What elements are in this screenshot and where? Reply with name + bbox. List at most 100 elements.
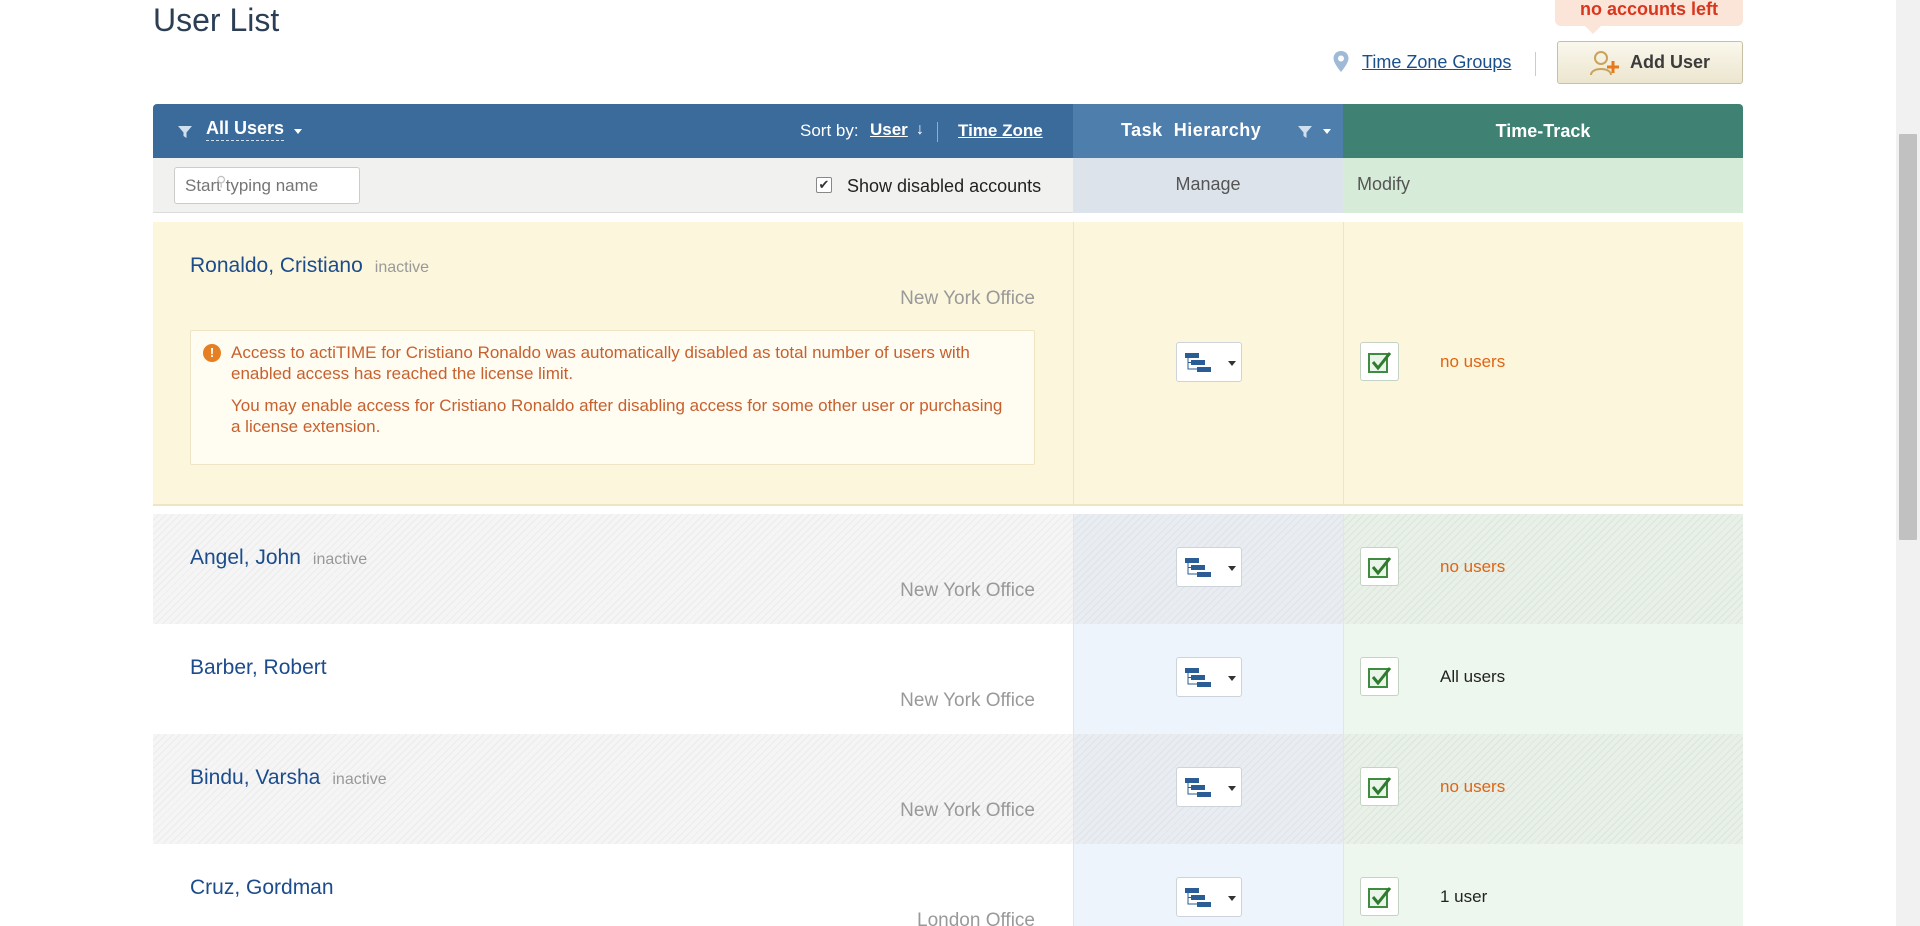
check-edit-icon [1368, 352, 1392, 373]
add-user-label: Add User [1629, 52, 1710, 72]
show-disabled-checkbox[interactable]: ✔ [816, 177, 832, 193]
user-name-link[interactable]: Angel, John [190, 546, 301, 569]
chevron-down-icon [1228, 566, 1236, 571]
exclamation-icon: ! [203, 344, 221, 362]
users-column-header: All Users Sort by: User ↓ Time Zone [153, 104, 1073, 158]
hierarchy-icon [1185, 558, 1211, 577]
modify-button[interactable] [1360, 767, 1399, 806]
modify-cell: no users [1343, 514, 1743, 624]
user-name-cell: Barber, Robert [190, 656, 327, 680]
alert-message: You may enable access for Cristiano Rona… [231, 396, 1003, 436]
chevron-down-icon [1228, 896, 1236, 901]
task-hierarchy-cell [1073, 222, 1343, 504]
sort-direction-icon[interactable]: ↓ [916, 121, 924, 139]
modify-scope-label: no users [1440, 777, 1506, 796]
sort-by-time-zone-link[interactable]: Time Zone [958, 121, 1043, 141]
modify-scope-label: no users [1440, 557, 1506, 576]
modify-scope-label: All users [1440, 667, 1506, 686]
chevron-down-icon [1228, 786, 1236, 791]
modify-column-subheader: Modify [1343, 158, 1743, 213]
task-hierarchy-button[interactable] [1176, 877, 1242, 917]
task-hierarchy-cell [1073, 734, 1343, 844]
office-label: London Office [917, 910, 1035, 926]
search-icon: ⚲ [216, 173, 227, 189]
modify-button[interactable] [1360, 877, 1399, 916]
user-name-link[interactable]: Cruz, Gordman [190, 876, 334, 899]
user-row: Ronaldo, Cristiano inactive New York Offi… [153, 222, 1743, 506]
sort-by-label: Sort by: [800, 121, 859, 140]
chevron-down-icon[interactable] [1323, 129, 1331, 134]
office-label: New York Office [900, 690, 1035, 711]
office-label: New York Office [900, 800, 1035, 821]
time-zone-groups-link[interactable]: Time Zone Groups [1362, 52, 1511, 73]
user-cell: Bindu, Varsha inactive New York Office [153, 734, 1073, 844]
divider [937, 122, 938, 142]
status-badge: inactive [332, 771, 387, 788]
user-row: Angel, John inactive New York Office no u… [153, 514, 1743, 624]
filter-icon [178, 126, 192, 138]
sort-by-user-link[interactable]: User [870, 120, 908, 140]
hierarchy-icon [1185, 778, 1211, 797]
user-cell: Ronaldo, Cristiano inactive New York Offi… [153, 222, 1073, 504]
task-hierarchy-button[interactable] [1176, 767, 1242, 807]
chevron-down-icon [1228, 676, 1236, 681]
chevron-down-icon [1228, 361, 1236, 366]
license-alert: ! Access to actiTIME for Cristiano Ronal… [190, 330, 1035, 465]
check-edit-icon [1368, 777, 1392, 798]
chevron-down-icon[interactable] [294, 129, 302, 134]
task-hierarchy-column-header: Task Hierarchy [1073, 104, 1343, 158]
time-zone-groups: Time Zone Groups [1332, 50, 1511, 74]
user-name-link[interactable]: Bindu, Varsha [190, 766, 320, 789]
map-pin-icon [1333, 51, 1349, 72]
modify-scope-label: 1 user [1440, 887, 1488, 906]
task-hierarchy-button[interactable] [1176, 342, 1242, 382]
check-edit-icon [1368, 887, 1392, 908]
modify-cell: no users [1343, 734, 1743, 844]
add-user-icon [1589, 50, 1619, 75]
user-cell: Cruz, Gordman London Office [153, 844, 1073, 926]
divider [1535, 52, 1536, 76]
alert-message: Access to actiTIME for Cristiano Ronaldo… [231, 343, 970, 383]
task-hierarchy-cell [1073, 624, 1343, 734]
user-list-page: User List no accounts left Time Zone Gro… [0, 0, 1920, 926]
check-edit-icon [1368, 667, 1392, 688]
time-track-column-header: Time-Track [1343, 104, 1743, 158]
modify-button[interactable] [1360, 547, 1399, 586]
office-label: New York Office [900, 288, 1035, 309]
search-input[interactable] [174, 167, 360, 204]
task-hierarchy-cell [1073, 844, 1343, 926]
office-label: New York Office [900, 580, 1035, 601]
task-hierarchy-button[interactable] [1176, 657, 1242, 697]
modify-cell: All users [1343, 624, 1743, 734]
modify-cell: 1 user [1343, 844, 1743, 926]
show-disabled-label: Show disabled accounts [847, 176, 1042, 196]
modify-button[interactable] [1360, 657, 1399, 696]
user-cell: Angel, John inactive New York Office [153, 514, 1073, 624]
scrollbar-thumb[interactable] [1899, 134, 1917, 540]
user-cell: Barber, Robert New York Office [153, 624, 1073, 734]
task-hierarchy-cell [1073, 514, 1343, 624]
task-hierarchy-button[interactable] [1176, 547, 1242, 587]
user-name-cell: Cruz, Gordman [190, 876, 334, 900]
user-row: Cruz, Gordman London Office 1 user [153, 844, 1743, 926]
status-badge: inactive [374, 259, 430, 276]
user-name-link[interactable]: Barber, Robert [190, 656, 327, 679]
task-hierarchy-label: Task Hierarchy [1121, 120, 1262, 140]
manage-column-subheader: Manage [1073, 158, 1343, 213]
check-edit-icon [1368, 557, 1392, 578]
user-name-link[interactable]: Ronaldo, Cristiano [190, 254, 363, 277]
add-user-button[interactable]: Add User [1557, 41, 1743, 84]
modify-button[interactable] [1360, 342, 1399, 381]
all-users-filter[interactable]: All Users [206, 118, 285, 141]
license-notice-badge: no accounts left [1555, 0, 1743, 34]
hierarchy-icon [1185, 353, 1211, 372]
page-title: User List [153, 2, 280, 38]
filter-icon[interactable] [1297, 124, 1313, 140]
user-row: Bindu, Varsha inactive New York Office no… [153, 734, 1743, 844]
users-toolbar: ✔ Show disabled accounts [153, 158, 1073, 213]
modify-scope-label: no users [1440, 352, 1506, 371]
scrollbar[interactable] [1896, 0, 1920, 926]
status-badge: inactive [312, 551, 368, 568]
user-name-cell: Ronaldo, Cristiano inactive [190, 254, 429, 278]
user-name-cell: Bindu, Varsha inactive [190, 766, 387, 790]
